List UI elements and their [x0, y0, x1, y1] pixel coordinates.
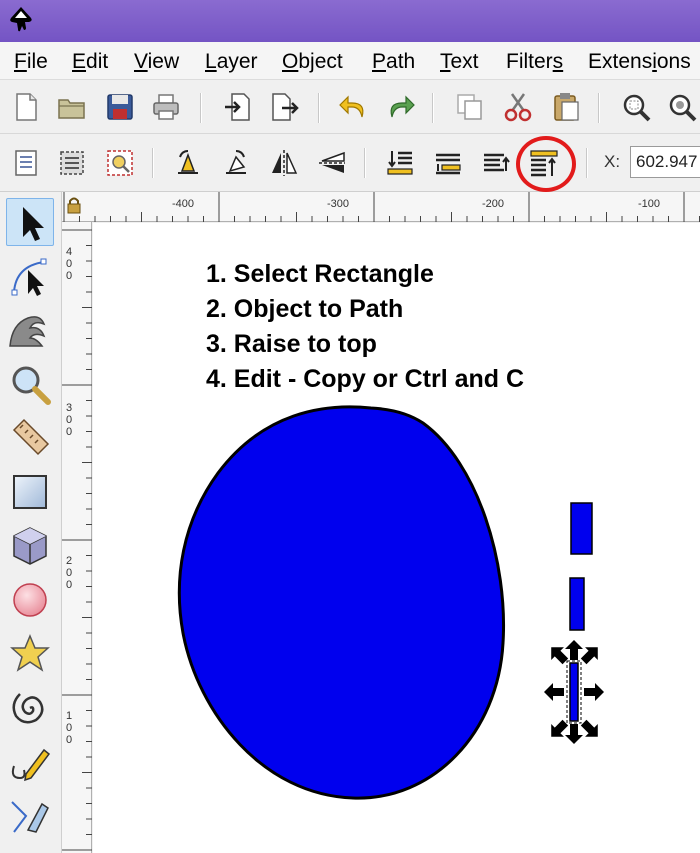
scale-handle[interactable] — [544, 683, 564, 701]
thin-rectangle[interactable] — [569, 662, 579, 722]
ruler-label: 2 0 0 — [66, 555, 73, 591]
rotate-cw-icon[interactable] — [220, 147, 252, 179]
selected-thin-rectangle[interactable] — [566, 660, 582, 724]
menu-extensions[interactable]: Extensions — [588, 50, 691, 74]
toolbar-separator — [318, 93, 320, 123]
x-coordinate-field[interactable]: 602.947 — [630, 146, 700, 178]
ruler-label: 4 0 0 — [66, 246, 73, 282]
ruler-label: -200 — [482, 198, 505, 210]
drawing-canvas[interactable]: 1. Select Rectangle 2. Object to Path 3.… — [93, 223, 700, 853]
star-tool-icon[interactable] — [6, 630, 54, 678]
ruler-label: -100 — [638, 198, 661, 210]
zoom-drawing-icon[interactable] — [666, 91, 698, 123]
toolbar-separator — [598, 93, 600, 123]
pencil-tool-icon[interactable] — [6, 738, 54, 786]
tweak-tool-icon[interactable] — [6, 306, 54, 354]
menu-file[interactable]: File — [14, 50, 48, 74]
drawing-scene — [177, 405, 604, 800]
small-rectangle[interactable] — [569, 577, 585, 631]
undo-icon[interactable] — [338, 91, 370, 123]
ellipse-tool-icon[interactable] — [6, 576, 54, 624]
spiral-tool-icon[interactable] — [6, 684, 54, 732]
title-bar — [0, 0, 700, 42]
menu-filters[interactable]: Filters — [506, 50, 563, 74]
horizontal-ruler-ticks — [63, 192, 700, 222]
selector-tool-icon[interactable] — [6, 198, 54, 246]
cut-icon[interactable] — [502, 91, 534, 123]
menu-edit[interactable]: Edit — [72, 50, 108, 74]
scale-handle[interactable] — [577, 716, 604, 743]
menu-view[interactable]: View — [134, 50, 179, 74]
inkscape-icon — [6, 4, 36, 39]
import-icon[interactable] — [222, 91, 254, 123]
select-all-icon[interactable] — [10, 147, 42, 179]
x-coordinate-label: X: — [604, 152, 621, 171]
small-rectangle[interactable] — [570, 502, 593, 555]
toolbar-separator — [152, 148, 154, 178]
rotate-ccw-icon[interactable] — [172, 147, 204, 179]
toolbar-separator — [586, 148, 588, 178]
new-document-icon[interactable] — [10, 91, 42, 123]
lower-icon[interactable] — [432, 147, 464, 179]
save-icon[interactable] — [104, 91, 136, 123]
scale-handle[interactable] — [545, 641, 572, 668]
horizontal-ruler[interactable]: -400 -300 -200 -100 — [62, 192, 700, 222]
flip-vertical-icon[interactable] — [316, 147, 348, 179]
node-tool-icon[interactable] — [6, 252, 54, 300]
raise-icon[interactable] — [480, 147, 512, 179]
ruler-label: -400 — [172, 198, 195, 210]
raise-to-top-highlight-circle — [516, 136, 576, 192]
commands-toolbar — [0, 80, 700, 134]
redo-icon[interactable] — [384, 91, 416, 123]
menu-object[interactable]: Object — [282, 50, 343, 74]
egg-shape[interactable] — [177, 405, 506, 800]
3d-box-tool-icon[interactable] — [6, 522, 54, 570]
menu-text[interactable]: Text — [440, 50, 479, 74]
scale-handle[interactable] — [545, 716, 572, 743]
vertical-ruler[interactable]: 4 0 0 3 0 0 2 0 0 1 0 0 — [62, 222, 92, 853]
scale-handle[interactable] — [584, 683, 604, 701]
pen-tool-icon[interactable] — [6, 792, 54, 840]
toolbar-separator — [432, 93, 434, 123]
menu-layer[interactable]: Layer — [205, 50, 258, 74]
select-toolbar — [0, 134, 700, 192]
menu-bar: File Edit View Layer Object Path Text Fi… — [0, 42, 700, 80]
rectangle-tool-icon[interactable] — [6, 468, 54, 516]
lock-icon[interactable] — [66, 196, 82, 219]
lower-to-bottom-icon[interactable] — [384, 147, 416, 179]
ruler-label: -300 — [327, 198, 350, 210]
paste-icon[interactable] — [550, 91, 582, 123]
measure-tool-icon[interactable] — [6, 414, 54, 462]
toolbox — [0, 192, 62, 853]
print-icon[interactable] — [150, 91, 182, 123]
toolbar-separator — [200, 93, 202, 123]
deselect-icon[interactable] — [104, 147, 136, 179]
toolbar-separator — [364, 148, 366, 178]
menu-path[interactable]: Path — [372, 50, 415, 74]
vertical-ruler-ticks — [62, 229, 92, 851]
open-folder-icon[interactable] — [56, 91, 88, 123]
ruler-label: 3 0 0 — [66, 402, 73, 438]
scale-handle[interactable] — [565, 640, 583, 660]
flip-horizontal-icon[interactable] — [268, 147, 300, 179]
select-all-layers-icon[interactable] — [56, 147, 88, 179]
zoom-selection-icon[interactable] — [620, 91, 652, 123]
zoom-tool-icon[interactable] — [6, 360, 54, 408]
ruler-label: 1 0 0 — [66, 710, 73, 746]
scale-handle[interactable] — [565, 724, 583, 744]
export-icon[interactable] — [268, 91, 300, 123]
duplicate-icon[interactable] — [454, 91, 486, 123]
